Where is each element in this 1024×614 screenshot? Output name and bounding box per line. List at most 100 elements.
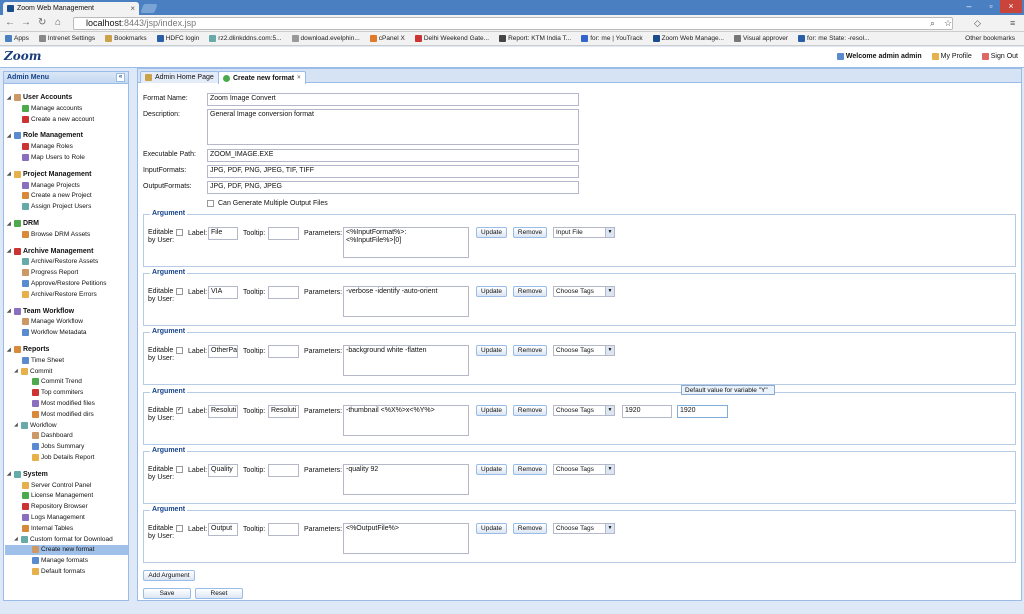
menu-item[interactable]: Commit Trend bbox=[32, 378, 82, 386]
menu-item[interactable]: Archive/Restore Assets bbox=[22, 258, 98, 266]
expand-icon[interactable]: ◢ bbox=[7, 133, 12, 139]
expand-icon[interactable]: ◢ bbox=[7, 347, 12, 353]
menu-group-team-workflow[interactable]: ◢ Team Workflow bbox=[7, 307, 74, 315]
menu-item[interactable]: Jobs Summary bbox=[32, 443, 84, 451]
description-input[interactable]: General Image conversion format bbox=[207, 109, 579, 145]
menu-item[interactable]: Progress Report bbox=[22, 269, 78, 277]
expand-icon[interactable]: ◢ bbox=[14, 422, 19, 428]
bookmark-item[interactable]: cPanel X bbox=[365, 35, 410, 42]
menu-item[interactable]: Time Sheet bbox=[22, 356, 64, 364]
add-argument-button[interactable]: Add Argument bbox=[143, 570, 195, 581]
collapse-button[interactable]: « bbox=[116, 73, 125, 82]
argument-label-input[interactable]: File bbox=[208, 227, 238, 240]
menu-item[interactable]: Approve/Restore Petitions bbox=[22, 280, 107, 287]
close-window-icon[interactable]: × bbox=[1000, 0, 1022, 13]
remove-button[interactable]: Remove bbox=[513, 523, 547, 534]
menu-item[interactable]: Repository Browser bbox=[22, 503, 88, 511]
menu-item[interactable]: ◢ Custom format for Download bbox=[14, 535, 113, 543]
executable-path-input[interactable]: ZOOM_IMAGE.EXE bbox=[207, 149, 579, 162]
editable-checkbox[interactable] bbox=[176, 288, 183, 296]
format-name-input[interactable]: Zoom Image Convert bbox=[207, 93, 579, 106]
bookmark-item[interactable]: Visual approver bbox=[729, 35, 793, 42]
editable-checkbox[interactable] bbox=[176, 465, 183, 473]
update-button[interactable]: Update bbox=[476, 286, 507, 298]
expand-icon[interactable]: ◢ bbox=[7, 171, 12, 177]
tab-create-new-format[interactable]: Create new format × bbox=[218, 71, 306, 84]
parameters-input[interactable]: -quality 92 bbox=[343, 463, 469, 495]
my-profile-link[interactable]: My Profile bbox=[931, 53, 972, 60]
update-button[interactable]: Update bbox=[476, 345, 507, 357]
parameters-input[interactable]: -verbose -identify -auto-orient bbox=[343, 286, 469, 318]
home-icon[interactable]: ⌂ bbox=[55, 18, 61, 28]
new-tab-button[interactable] bbox=[140, 4, 158, 13]
tag-select[interactable]: Choose Tags ▼ bbox=[553, 463, 615, 475]
bookmark-item[interactable]: Zoom Web Manage... bbox=[648, 35, 729, 42]
expand-icon[interactable]: ◢ bbox=[7, 471, 12, 477]
argument-label-input[interactable]: Quality bbox=[208, 463, 238, 477]
save-button[interactable]: Save bbox=[143, 588, 191, 599]
close-tab-icon[interactable]: × bbox=[297, 75, 301, 81]
parameters-input[interactable]: <%InputFormat%>: <%InputFile%>[0] bbox=[343, 227, 469, 258]
argument-label-input[interactable]: Output bbox=[208, 523, 238, 536]
editable-checkbox[interactable] bbox=[176, 525, 183, 532]
bookmark-item[interactable]: for: me | YouTrack bbox=[576, 35, 647, 42]
menu-group-drm[interactable]: ◢ DRM bbox=[7, 220, 39, 227]
bookmark-item[interactable]: Bookmarks bbox=[100, 35, 152, 42]
menu-item[interactable]: Dashboard bbox=[32, 432, 73, 440]
menu-icon[interactable]: ≡ bbox=[1010, 18, 1015, 28]
tag-select[interactable]: Choose Tags ▼ bbox=[553, 404, 615, 416]
sign-out-link[interactable]: Sign Out bbox=[981, 53, 1018, 60]
editable-checkbox[interactable]: ✓ bbox=[176, 406, 183, 414]
menu-item[interactable]: Manage Projects bbox=[22, 181, 80, 189]
variable-y-input[interactable]: 1920 bbox=[677, 404, 728, 418]
expand-icon[interactable]: ◢ bbox=[7, 95, 12, 101]
menu-item[interactable]: License Management bbox=[22, 492, 93, 500]
menu-item[interactable]: Default formats bbox=[32, 568, 85, 575]
expand-icon[interactable]: ◢ bbox=[14, 368, 19, 374]
tab-admin-home[interactable]: Admin Home Page bbox=[140, 71, 219, 83]
menu-item[interactable]: Manage Workflow bbox=[22, 318, 83, 326]
browser-tab[interactable]: Zoom Web Management × bbox=[3, 2, 139, 15]
menu-item[interactable]: Server Control Panel bbox=[22, 481, 91, 489]
editable-checkbox[interactable] bbox=[176, 347, 183, 355]
argument-label-input[interactable]: Resoluti bbox=[208, 404, 238, 418]
menu-item[interactable]: Manage accounts bbox=[22, 104, 82, 112]
input-formats-input[interactable]: JPG, PDF, PNG, JPEG, TIF, TIFF bbox=[207, 165, 579, 178]
bookmark-item[interactable]: HDFC login bbox=[152, 35, 205, 42]
argument-tooltip-input[interactable] bbox=[268, 523, 299, 536]
menu-item[interactable]: Most modified files bbox=[32, 400, 95, 407]
reset-button[interactable]: Reset bbox=[195, 588, 243, 599]
menu-item[interactable]: Archive/Restore Errors bbox=[22, 290, 97, 298]
menu-group-system[interactable]: ◢ System bbox=[7, 470, 48, 478]
menu-item[interactable]: Logs Management bbox=[22, 514, 85, 521]
parameters-input[interactable]: -thumbnail <%X%>x<%Y%> bbox=[343, 404, 469, 436]
bookmark-item[interactable]: Apps bbox=[0, 35, 34, 42]
menu-group-role-management[interactable]: ◢ Role Management bbox=[7, 132, 83, 140]
extension-icon[interactable]: ◇ bbox=[974, 18, 981, 29]
menu-item[interactable]: Workflow Metadata bbox=[22, 329, 87, 337]
tag-select[interactable]: Choose Tags ▼ bbox=[553, 286, 615, 298]
variable-x-input[interactable]: 1920 bbox=[622, 404, 672, 418]
remove-button[interactable]: Remove bbox=[513, 404, 547, 416]
menu-group-project-management[interactable]: ◢ Project Management bbox=[7, 170, 91, 178]
menu-item[interactable]: Job Details Report bbox=[32, 454, 94, 461]
menu-group-archive-management[interactable]: ◢ Archive Management bbox=[7, 247, 93, 255]
parameters-input[interactable]: <%OutputFile%> bbox=[343, 523, 469, 554]
bookmark-item[interactable]: for: me State: -resol... bbox=[793, 35, 875, 42]
menu-item[interactable]: Assign Project Users bbox=[22, 203, 91, 211]
menu-item[interactable]: Create a new account bbox=[22, 115, 94, 123]
output-formats-input[interactable]: JPG, PDF, PNG, JPEG bbox=[207, 181, 579, 194]
bookmark-item[interactable]: rz2.dlinkddns.com:5... bbox=[204, 35, 286, 42]
bookmark-item[interactable]: download.evelphin... bbox=[287, 35, 365, 42]
update-button[interactable]: Update bbox=[476, 404, 507, 416]
menu-item[interactable]: Manage formats bbox=[32, 557, 88, 565]
tag-select[interactable]: Choose Tags ▼ bbox=[553, 345, 615, 357]
minimize-icon[interactable]: – bbox=[958, 0, 980, 13]
remove-button[interactable]: Remove bbox=[513, 286, 547, 298]
remove-button[interactable]: Remove bbox=[513, 463, 547, 475]
menu-item[interactable]: ◢ Workflow bbox=[14, 421, 57, 429]
menu-item[interactable]: Browse DRM Assets bbox=[22, 230, 90, 238]
menu-item[interactable]: Most modified dirs bbox=[32, 410, 94, 418]
menu-item[interactable]: Map Users to Role bbox=[22, 154, 85, 161]
menu-item[interactable]: ◢ Commit bbox=[14, 367, 52, 375]
